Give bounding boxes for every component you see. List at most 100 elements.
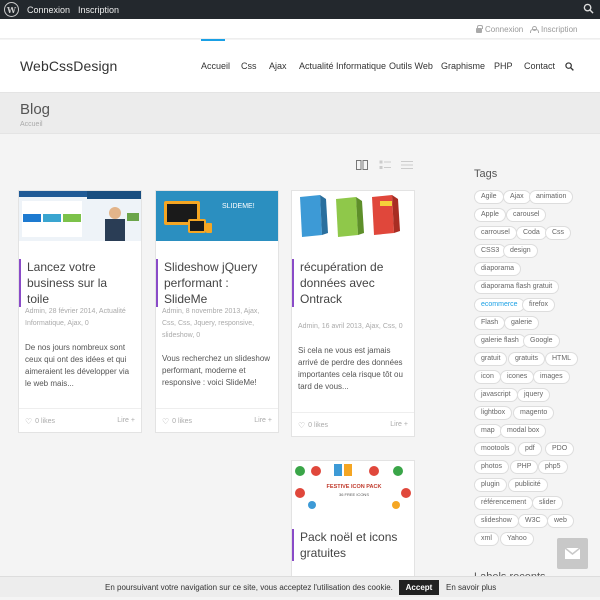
post-card[interactable]: FESTIVE ICON PACK 36 FREE ICONS Pack noë…	[291, 460, 415, 576]
tag-images[interactable]: images	[533, 370, 570, 384]
register-link[interactable]: Inscription	[530, 25, 577, 34]
nav-item-accueil[interactable]: Accueil	[201, 61, 230, 71]
tag-slideshow[interactable]: slideshow	[474, 514, 519, 528]
tag-gratuit[interactable]: gratuit	[474, 352, 508, 366]
login-label: Connexion	[485, 25, 524, 34]
page-title-bar: Blog Accueil	[0, 92, 600, 134]
post-card[interactable]: Lancez votre business sur la toile Admin…	[18, 190, 142, 433]
tag-carousel[interactable]: carousel	[506, 208, 547, 222]
tag-modal-box[interactable]: modal box	[500, 424, 547, 438]
tag-css[interactable]: Css	[545, 226, 572, 240]
likes-count: 0 likes	[308, 422, 329, 429]
tag-jquery[interactable]: jquery	[517, 388, 551, 402]
grid-view-icon[interactable]	[356, 160, 368, 170]
post-card[interactable]: récupération de données avec Ontrack Adm…	[291, 190, 415, 437]
tag-photos[interactable]: photos	[474, 460, 510, 474]
tag-google[interactable]: Google	[523, 334, 560, 348]
tag-plugin[interactable]: plugin	[474, 478, 507, 492]
tag-agile[interactable]: Agile	[474, 190, 504, 204]
nav-item-outils-web[interactable]: Outils Web	[389, 61, 433, 71]
envelope-icon	[564, 547, 581, 559]
post-footer: ♡ 0 likes Lire +	[19, 408, 141, 432]
post-title[interactable]: récupération de données avec Ontrack	[292, 259, 404, 307]
tag-diaporama[interactable]: diaporama	[474, 262, 522, 276]
nav-item-contact[interactable]: Contact	[524, 61, 555, 71]
read-more-link[interactable]: Lire +	[254, 417, 272, 424]
tag-web[interactable]: web	[547, 514, 574, 528]
tag-ajax[interactable]: Ajax	[503, 190, 531, 204]
read-more-link[interactable]: Lire +	[390, 421, 408, 428]
tag-firefox[interactable]: firefox	[522, 298, 556, 312]
tag-javascript[interactable]: javascript	[474, 388, 518, 402]
post-thumbnail[interactable]: FESTIVE ICON PACK 36 FREE ICONS	[292, 461, 414, 511]
search-icon[interactable]	[583, 3, 594, 14]
nav-item-graphisme[interactable]: Graphisme	[441, 61, 485, 71]
tag-animation[interactable]: animation	[529, 190, 574, 204]
tags-widget-title: Tags	[474, 168, 498, 180]
tag-ecommerce[interactable]: ecommerce	[474, 298, 525, 312]
tag-magento[interactable]: magento	[513, 406, 555, 420]
breadcrumb[interactable]: Accueil	[20, 121, 43, 128]
like-button[interactable]: ♡ 0 likes	[162, 417, 192, 426]
slideme-thumbnail-image: SLIDEME!	[156, 191, 278, 241]
nav-item-php[interactable]: PHP	[494, 61, 513, 71]
tag-icones[interactable]: icones	[500, 370, 535, 384]
tag-php5[interactable]: php5	[538, 460, 568, 474]
tag-mootools[interactable]: mootools	[474, 442, 517, 456]
likes-count: 0 likes	[35, 418, 56, 425]
tag-css3[interactable]: CSS3	[474, 244, 507, 258]
nav-item-actualite[interactable]: Actualité Informatique	[299, 61, 386, 71]
nav-search-icon[interactable]	[565, 62, 574, 71]
tag-publicit-[interactable]: publicité	[508, 478, 548, 492]
register-label: Inscription	[541, 25, 578, 34]
tag-r-f-rencement[interactable]: référencement	[474, 496, 534, 510]
tag-pdo[interactable]: PDO	[545, 442, 575, 456]
ontrack-boxes-image	[292, 191, 414, 241]
tag-flash[interactable]: Flash	[474, 316, 506, 330]
nav-item-ajax[interactable]: Ajax	[269, 61, 287, 71]
admin-register-link[interactable]: Inscription	[78, 5, 119, 15]
tag-yahoo[interactable]: Yahoo	[500, 532, 534, 546]
like-button[interactable]: ♡ 0 likes	[25, 417, 55, 426]
tag-gratuits[interactable]: gratuits	[508, 352, 545, 366]
compact-list-view-icon[interactable]	[401, 160, 413, 170]
admin-login-link[interactable]: Connexion	[27, 5, 70, 15]
tag-lightbox[interactable]: lightbox	[474, 406, 513, 420]
tag-xml[interactable]: xml	[474, 532, 499, 546]
tag-map[interactable]: map	[474, 424, 502, 438]
list-view-icon[interactable]	[379, 160, 391, 170]
post-title[interactable]: Pack noël et icons gratuites	[292, 529, 404, 561]
tag-w3c[interactable]: W3C	[518, 514, 548, 528]
post-card[interactable]: SLIDEME! Slideshow jQuery performant : S…	[155, 190, 279, 433]
tag-php[interactable]: PHP	[510, 460, 539, 474]
site-header: WebCssDesign Accueil Css Ajax Actualité …	[0, 39, 600, 92]
heart-icon: ♡	[25, 417, 33, 426]
tag-icon[interactable]: icon	[474, 370, 501, 384]
tag-galerie-flash[interactable]: galerie flash	[474, 334, 526, 348]
tag-html[interactable]: HTML	[545, 352, 579, 366]
like-button[interactable]: ♡ 0 likes	[298, 421, 328, 430]
tag-diaporama-flash-gratuit[interactable]: diaporama flash gratuit	[474, 280, 560, 294]
tag-galerie[interactable]: galerie	[504, 316, 540, 330]
cookie-more-link[interactable]: En savoir plus	[446, 583, 496, 592]
post-title[interactable]: Lancez votre business sur la toile	[19, 259, 131, 307]
post-thumbnail[interactable]: SLIDEME!	[156, 191, 278, 241]
login-link[interactable]: Connexion	[476, 25, 523, 34]
nav-item-css[interactable]: Css	[241, 61, 257, 71]
tag-apple[interactable]: Apple	[474, 208, 506, 222]
tag-coda[interactable]: Coda	[516, 226, 547, 240]
contact-float-button[interactable]	[557, 538, 588, 569]
tag-carrousel[interactable]: carrousel	[474, 226, 517, 240]
likes-count: 0 likes	[172, 418, 193, 425]
post-thumbnail[interactable]	[292, 191, 414, 241]
tag-design[interactable]: design	[503, 244, 538, 258]
admin-bar: W Connexion Inscription	[0, 0, 600, 19]
post-title[interactable]: Slideshow jQuery performant : SlideMe	[156, 259, 268, 307]
tag-slider[interactable]: slider	[532, 496, 563, 510]
wordpress-logo-icon[interactable]: W	[4, 2, 19, 17]
read-more-link[interactable]: Lire +	[117, 417, 135, 424]
site-logo[interactable]: WebCssDesign	[20, 58, 117, 74]
post-thumbnail[interactable]	[19, 191, 141, 241]
tag-pdf[interactable]: pdf	[518, 442, 542, 456]
accept-cookies-button[interactable]: Accept	[399, 580, 439, 595]
